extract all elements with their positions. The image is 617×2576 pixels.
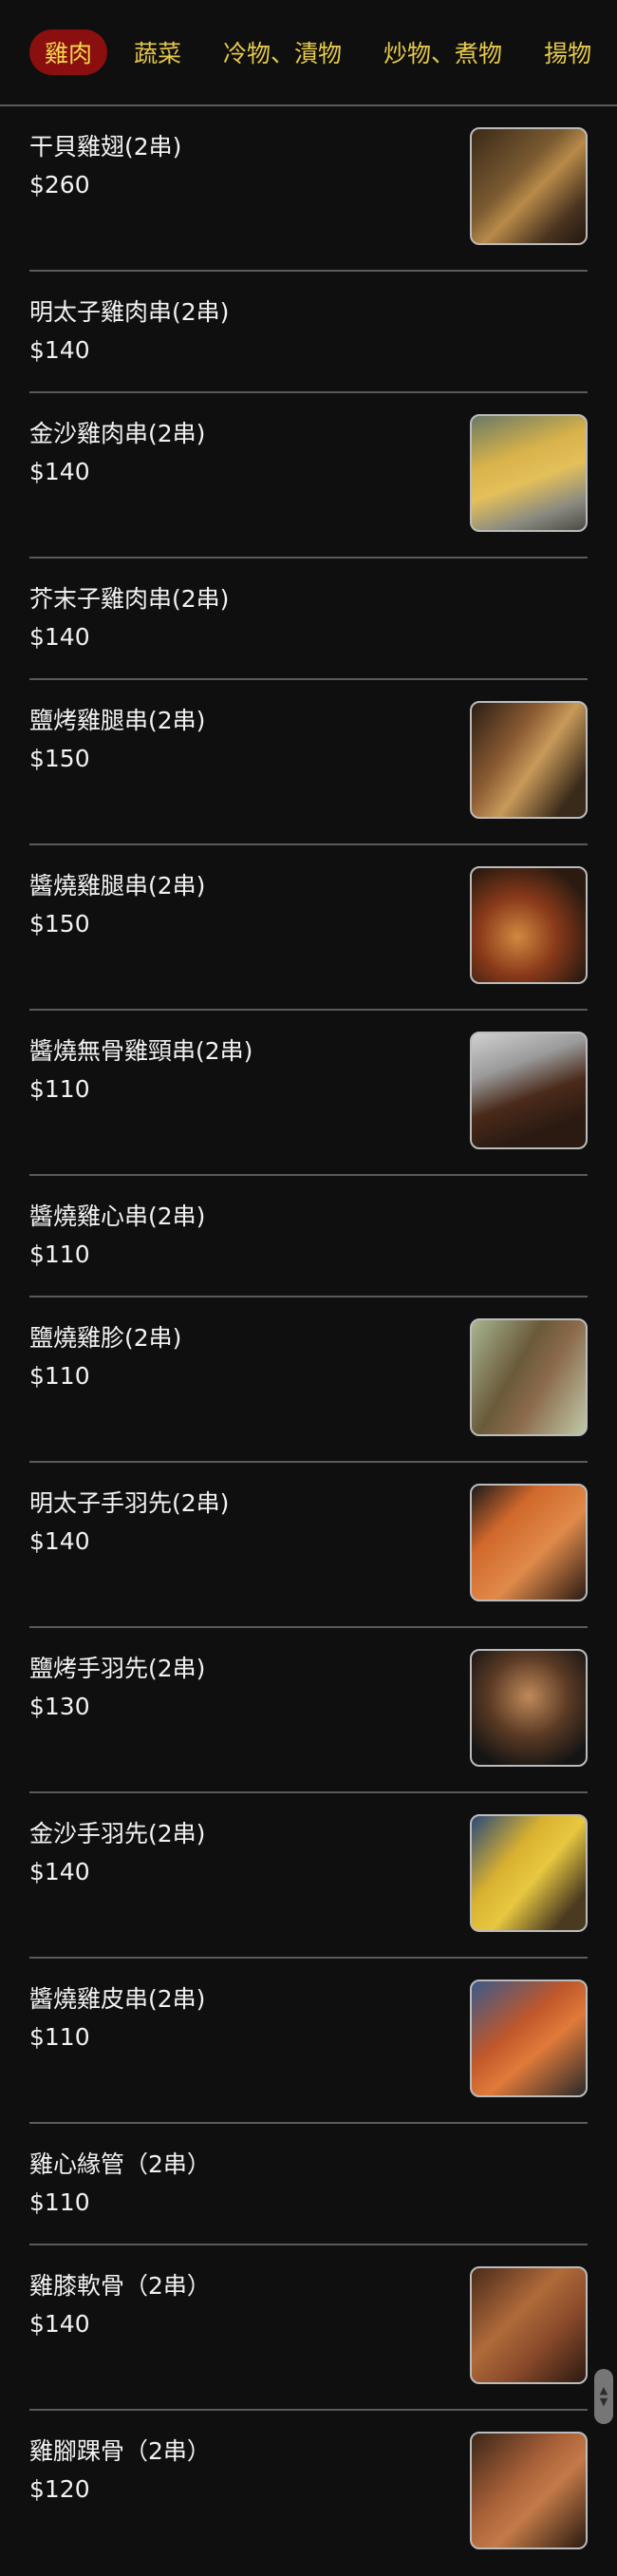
item-price: $110 [29,1241,90,1268]
item-photo[interactable] [470,1814,588,1932]
item-photo[interactable] [470,1318,588,1436]
item-name: 明太子雞肉串(2串) [29,298,230,326]
item-price: $130 [29,1693,90,1720]
menu-item[interactable]: 醬燒雞皮串(2串) $110 [29,1959,588,2124]
item-name: 醬燒雞皮串(2串) [29,1985,206,2013]
menu-item[interactable]: 醬燒雞心串(2串) $110 [29,1176,588,1297]
menu-item[interactable]: 雞心緣管（2串） $110 [29,2124,588,2245]
item-price: $120 [29,2475,90,2503]
item-photo[interactable] [470,414,588,532]
menu-item[interactable]: 金沙雞肉串(2串) $140 [29,393,588,559]
menu-item[interactable]: 鹽燒雞胗(2串) $110 [29,1297,588,1463]
scroll-handle[interactable]: ▲ ▼ [594,2369,613,2424]
menu-item[interactable]: 鹽烤雞腿串(2串) $150 [29,680,588,845]
item-price: $140 [29,336,90,364]
item-price: $140 [29,458,90,485]
item-price: $110 [29,2023,90,2051]
item-price: $140 [29,623,90,651]
item-name: 明太子手羽先(2串) [29,1489,230,1517]
menu-item[interactable]: 鹽烤手羽先(2串) $130 [29,1628,588,1793]
menu-item[interactable]: 醬燒雞腿串(2串) $150 [29,845,588,1011]
menu-item[interactable]: 醬燒無骨雞頸串(2串) $110 [29,1011,588,1176]
item-price: $260 [29,171,90,199]
tab-fried[interactable]: 揚物 [529,29,607,75]
menu-item-list: 干貝雞翅(2串) $260 明太子雞肉串(2串) $140 金沙雞肉串(2串) … [0,106,617,2576]
item-name: 芥末子雞肉串(2串) [29,585,230,613]
item-name: 醬燒雞腿串(2串) [29,872,206,900]
item-name: 鹽烤雞腿串(2串) [29,707,206,734]
tab-vegetables[interactable]: 蔬菜 [119,29,196,75]
item-price: $110 [29,1075,90,1103]
item-name: 干貝雞翅(2串) [29,133,182,161]
item-photo[interactable] [470,1649,588,1767]
item-name: 金沙雞肉串(2串) [29,420,206,447]
item-name: 醬燒無骨雞頸串(2串) [29,1037,253,1065]
chevron-down-icon: ▼ [599,2396,608,2408]
item-name: 鹽烤手羽先(2串) [29,1655,206,1682]
menu-item[interactable]: 雞腳踝骨（2串） $120 [29,2411,588,2576]
item-price: $110 [29,2188,90,2216]
tab-cold-pickles[interactable]: 冷物、漬物 [208,29,357,75]
item-photo[interactable] [470,1484,588,1601]
menu-item[interactable]: 芥末子雞肉串(2串) $140 [29,559,588,680]
item-photo[interactable] [470,2266,588,2384]
item-price: $140 [29,1858,90,1885]
menu-item[interactable]: 金沙手羽先(2串) $140 [29,1793,588,1959]
item-photo[interactable] [470,1032,588,1149]
tab-chicken[interactable]: 雞肉 [29,29,108,75]
menu-item[interactable]: 干貝雞翅(2串) $260 [29,106,588,272]
item-price: $140 [29,2310,90,2338]
menu-item[interactable]: 明太子雞肉串(2串) $140 [29,272,588,393]
item-price: $150 [29,745,90,772]
item-photo[interactable] [470,701,588,819]
category-tab-bar: 雞肉 蔬菜 冷物、漬物 炒物、煮物 揚物 [0,0,617,106]
item-price: $140 [29,1527,90,1555]
menu-item[interactable]: 明太子手羽先(2串) $140 [29,1463,588,1628]
item-name: 雞膝軟骨（2串） [29,2272,211,2300]
menu-item[interactable]: 雞膝軟骨（2串） $140 [29,2245,588,2411]
item-price: $110 [29,1362,90,1390]
tab-stir-fried-simmered[interactable]: 炒物、煮物 [368,29,517,75]
item-photo[interactable] [470,2432,588,2549]
item-photo[interactable] [470,1979,588,2097]
item-name: 雞腳踝骨（2串） [29,2437,211,2465]
item-name: 雞心緣管（2串） [29,2150,211,2178]
item-photo[interactable] [470,127,588,245]
item-name: 金沙手羽先(2串) [29,1820,206,1847]
item-photo[interactable] [470,866,588,984]
item-name: 鹽燒雞胗(2串) [29,1324,182,1352]
item-name: 醬燒雞心串(2串) [29,1203,206,1230]
item-price: $150 [29,910,90,938]
